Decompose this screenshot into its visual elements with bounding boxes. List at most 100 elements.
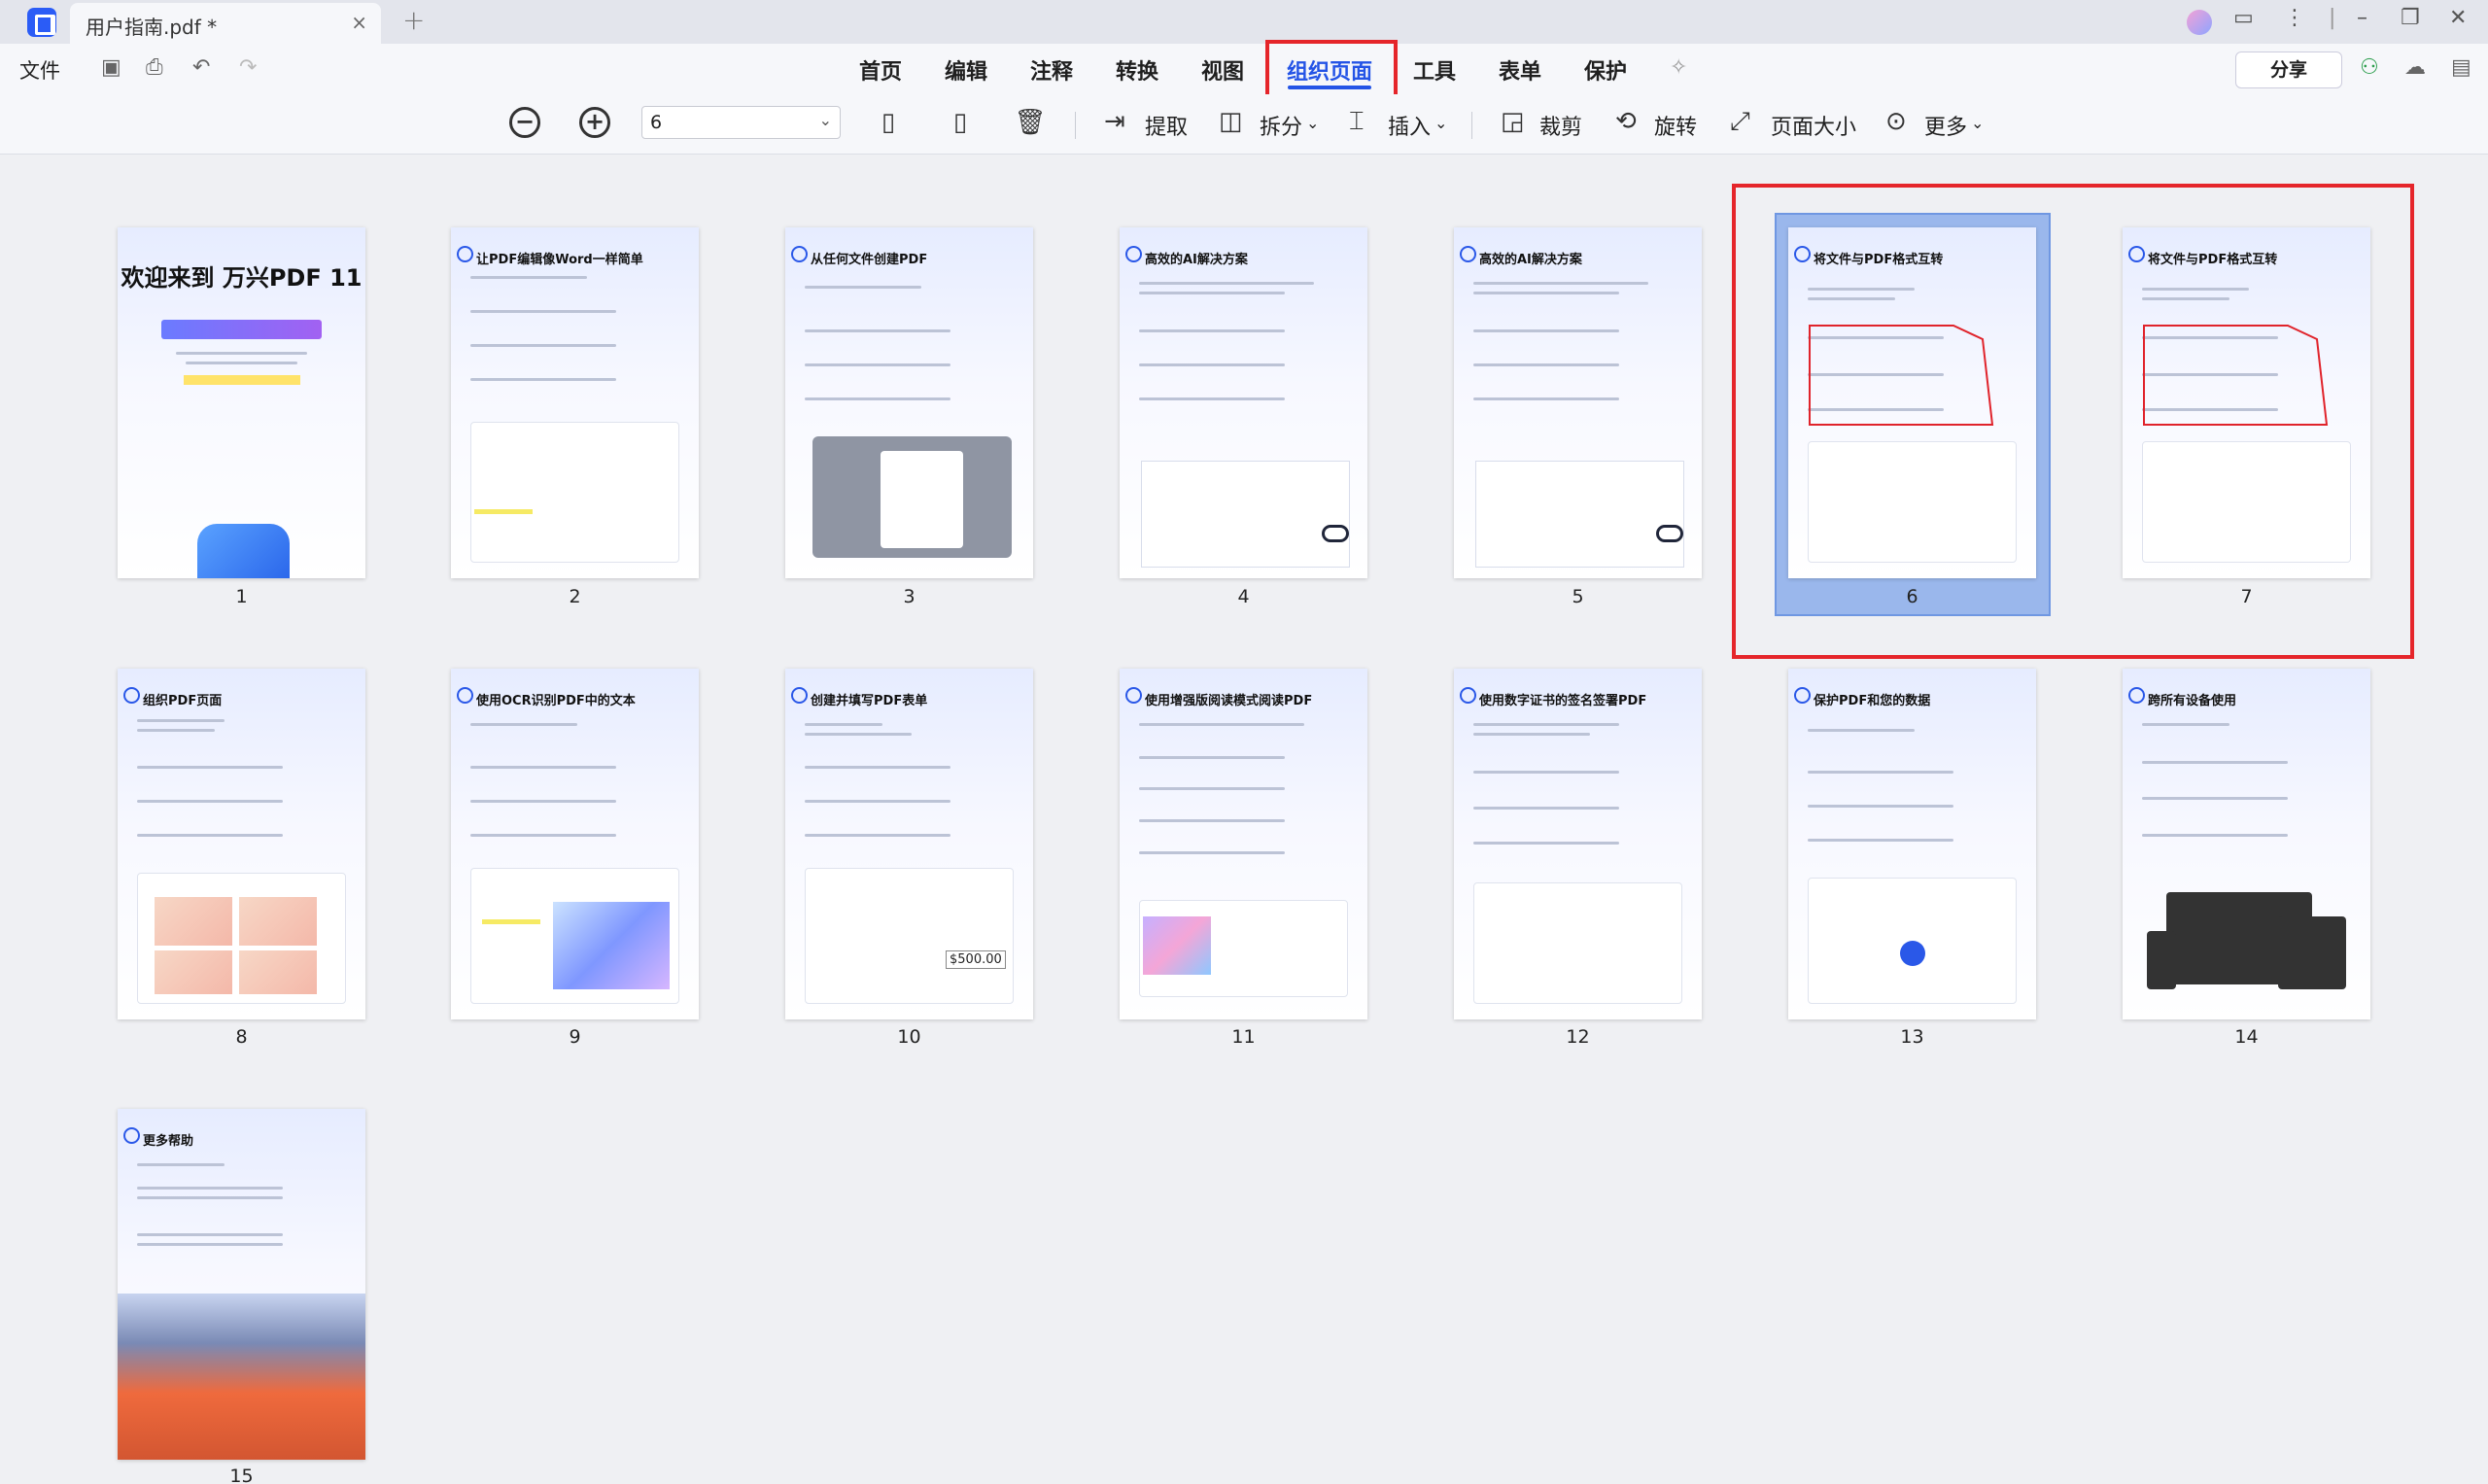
page-number-select[interactable]: 6 ⌄ (641, 106, 841, 139)
tab-forms[interactable]: 表单 (1499, 54, 1541, 86)
more-icon[interactable]: ⊙ (1885, 107, 1907, 136)
redo-icon[interactable]: ↷ (239, 55, 257, 80)
page-2-screenshot (470, 422, 679, 563)
page-number-label: 3 (903, 586, 916, 607)
split-chevron-icon[interactable]: ⌄ (1306, 114, 1319, 132)
message-icon[interactable]: ▭ (2233, 6, 2254, 30)
page-thumbnail-1[interactable]: 欢迎来到 万兴PDF 11 (118, 227, 365, 578)
thumbnail-image (239, 950, 317, 994)
document-tab[interactable]: 用户指南.pdf * × (70, 3, 381, 44)
tab-home[interactable]: 首页 (859, 54, 902, 86)
text-line (805, 766, 950, 769)
text-line (1808, 771, 1953, 774)
tab-protect[interactable]: 保护 (1584, 54, 1627, 86)
page-thumbnail-2[interactable]: 让PDF编辑像Word一样简单 (451, 227, 699, 578)
file-menu[interactable]: 文件 (19, 55, 60, 85)
text-line (137, 800, 283, 803)
page-5-title: 高效的AI解决方案 (1479, 253, 1582, 267)
text-line (1473, 329, 1619, 332)
crop-icon[interactable]: ◲ (1501, 107, 1525, 136)
abstract-art-image (553, 902, 670, 989)
page-thumbnail-15[interactable]: 更多帮助 (118, 1109, 365, 1460)
tab-convert[interactable]: 转换 (1116, 54, 1158, 86)
close-tab-icon[interactable]: × (351, 11, 367, 34)
tab-view[interactable]: 视图 (1201, 54, 1244, 86)
rotate-button[interactable]: 旋转 (1654, 110, 1697, 141)
page-size-icon[interactable]: ⤢ (1730, 107, 1750, 137)
insert-button[interactable]: 插入 (1388, 110, 1431, 141)
more-chevron-icon[interactable]: ⌄ (1971, 114, 1984, 132)
text-line (2142, 723, 2229, 726)
insert-icon[interactable]: ⌶ (1349, 107, 1365, 137)
tab-edit[interactable]: 编辑 (945, 54, 987, 86)
split-button[interactable]: 拆分 (1260, 110, 1302, 141)
extract-button[interactable]: 提取 (1145, 110, 1188, 141)
text-line (1139, 723, 1304, 726)
tab-tools[interactable]: 工具 (1413, 54, 1456, 86)
zoom-in-icon[interactable]: + (579, 107, 610, 138)
text-line (1139, 819, 1285, 822)
user-avatar[interactable] (2187, 10, 2212, 35)
page-thumbnail-5[interactable]: 高效的AI解决方案 (1454, 227, 1702, 578)
more-button[interactable]: 更多 (1924, 110, 1967, 141)
tablet-image (2278, 916, 2346, 989)
page-thumbnail-9[interactable]: 使用OCR识别PDF中的文本 (451, 669, 699, 1019)
lightbulb-icon[interactable]: ✧ (1670, 55, 1687, 80)
tab-comment[interactable]: 注释 (1030, 54, 1073, 86)
more-vertical-icon[interactable]: ⋮ (2284, 6, 2305, 30)
text-line (1808, 805, 1953, 808)
page-size-button[interactable]: 页面大小 (1771, 110, 1856, 141)
rotate-right-page-icon[interactable]: ▯ (944, 106, 977, 139)
rotate-left-page-icon[interactable]: ▯ (872, 106, 905, 139)
page-thumbnail-11[interactable]: 使用增强版阅读模式阅读PDF (1120, 669, 1367, 1019)
page-thumbnail-8[interactable]: 组织PDF页面 (118, 669, 365, 1019)
text-line (137, 766, 283, 769)
cloud-upload-icon[interactable]: ☁ (2404, 55, 2426, 80)
user-settings-icon[interactable]: ⚇ (2360, 55, 2379, 80)
toolbar-separator (1471, 112, 1472, 139)
page-7-title: 将文件与PDF格式互转 (2148, 253, 2278, 267)
minimize-icon[interactable]: – (2357, 6, 2367, 30)
insert-chevron-icon[interactable]: ⌄ (1434, 114, 1447, 132)
page-5-screenshot (1475, 461, 1684, 568)
restore-icon[interactable]: ❐ (2401, 6, 2420, 30)
page-thumbnail-6[interactable]: 将文件与PDF格式互转 (1788, 227, 2036, 578)
text-line (1808, 288, 1915, 291)
text-line (1139, 363, 1285, 366)
page-10-title: 创建并填写PDF表单 (811, 694, 928, 708)
text-line (805, 286, 921, 289)
page-thumbnail-13[interactable]: 保护PDF和您的数据 (1788, 669, 2036, 1019)
share-button[interactable]: 分享 (2235, 52, 2342, 88)
new-tab-icon[interactable]: + (402, 4, 425, 36)
delete-page-icon[interactable]: 🗑 (1014, 106, 1047, 139)
check-icon (791, 246, 808, 262)
page-thumbnail-4[interactable]: 高效的AI解决方案 (1120, 227, 1367, 578)
page-4-screenshot (1141, 461, 1350, 568)
text-line (137, 1243, 283, 1246)
page-thumbnail-3[interactable]: 从任何文件创建PDF (785, 227, 1033, 578)
rotate-icon[interactable]: ⟲ (1615, 107, 1637, 136)
split-icon[interactable]: ◫ (1219, 107, 1243, 136)
undo-icon[interactable]: ↶ (192, 55, 210, 80)
text-line (137, 719, 225, 722)
check-icon (1125, 246, 1142, 262)
text-line (1473, 397, 1619, 400)
crop-button[interactable]: 裁剪 (1539, 110, 1582, 141)
extract-icon[interactable]: ⇥ (1104, 107, 1125, 136)
page-thumbnail-14[interactable]: 跨所有设备使用 (2123, 669, 2370, 1019)
zoom-out-icon[interactable]: − (509, 107, 540, 138)
text-line (1473, 363, 1619, 366)
close-window-icon[interactable]: ✕ (2449, 6, 2467, 30)
text-line (2142, 797, 2288, 800)
toolbar-separator (1075, 112, 1076, 139)
separator-icon: | (2329, 6, 2336, 30)
page-thumbnail-7[interactable]: 将文件与PDF格式互转 (2123, 227, 2370, 578)
robot-icon (1656, 525, 1683, 542)
print-icon[interactable]: ⎙ (146, 55, 163, 80)
page-thumbnail-10[interactable]: 创建并填写PDF表单 $500.00 (785, 669, 1033, 1019)
page-thumbnail-12[interactable]: 使用数字证书的签名签署PDF (1454, 669, 1702, 1019)
panel-collapse-icon[interactable]: ▤ (2451, 55, 2471, 80)
save-icon[interactable]: ▣ (101, 55, 121, 80)
page-number-label: 2 (569, 586, 581, 607)
red-annotation-shape (1809, 325, 1994, 426)
